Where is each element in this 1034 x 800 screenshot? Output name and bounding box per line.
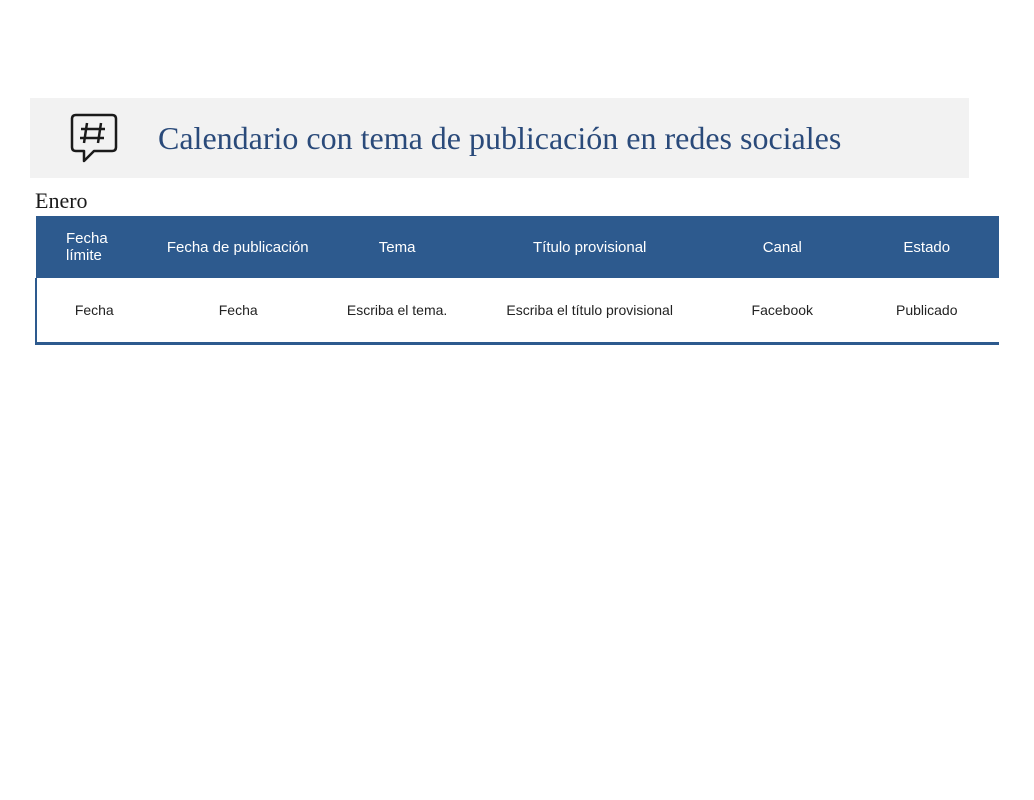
page-title: Calendario con tema de publicación en re… <box>158 120 841 157</box>
calendar-table: Fecha límite Fecha de publicación Tema T… <box>35 216 999 342</box>
col-header-pubdate: Fecha de publicación <box>152 216 325 278</box>
cell-channel[interactable]: Facebook <box>710 278 854 342</box>
month-label: Enero <box>35 188 1034 214</box>
cell-pubdate[interactable]: Fecha <box>152 278 325 342</box>
cell-status[interactable]: Publicado <box>855 278 999 342</box>
col-header-channel: Canal <box>710 216 854 278</box>
col-header-status: Estado <box>855 216 999 278</box>
document-root: Calendario con tema de publicación en re… <box>0 0 1034 345</box>
table-body: Fecha Fecha Escriba el tema. Escriba el … <box>36 278 999 342</box>
hashtag-speech-icon <box>70 111 118 165</box>
table-row[interactable]: Fecha Fecha Escriba el tema. Escriba el … <box>36 278 999 342</box>
header-banner: Calendario con tema de publicación en re… <box>30 98 969 178</box>
calendar-table-wrapper: Fecha límite Fecha de publicación Tema T… <box>35 216 999 345</box>
col-header-title: Título provisional <box>469 216 710 278</box>
cell-deadline[interactable]: Fecha <box>36 278 152 342</box>
table-header: Fecha límite Fecha de publicación Tema T… <box>36 216 999 278</box>
col-header-deadline: Fecha límite <box>36 216 152 278</box>
cell-title[interactable]: Escriba el título provisional <box>469 278 710 342</box>
cell-topic[interactable]: Escriba el tema. <box>325 278 469 342</box>
col-header-topic: Tema <box>325 216 469 278</box>
